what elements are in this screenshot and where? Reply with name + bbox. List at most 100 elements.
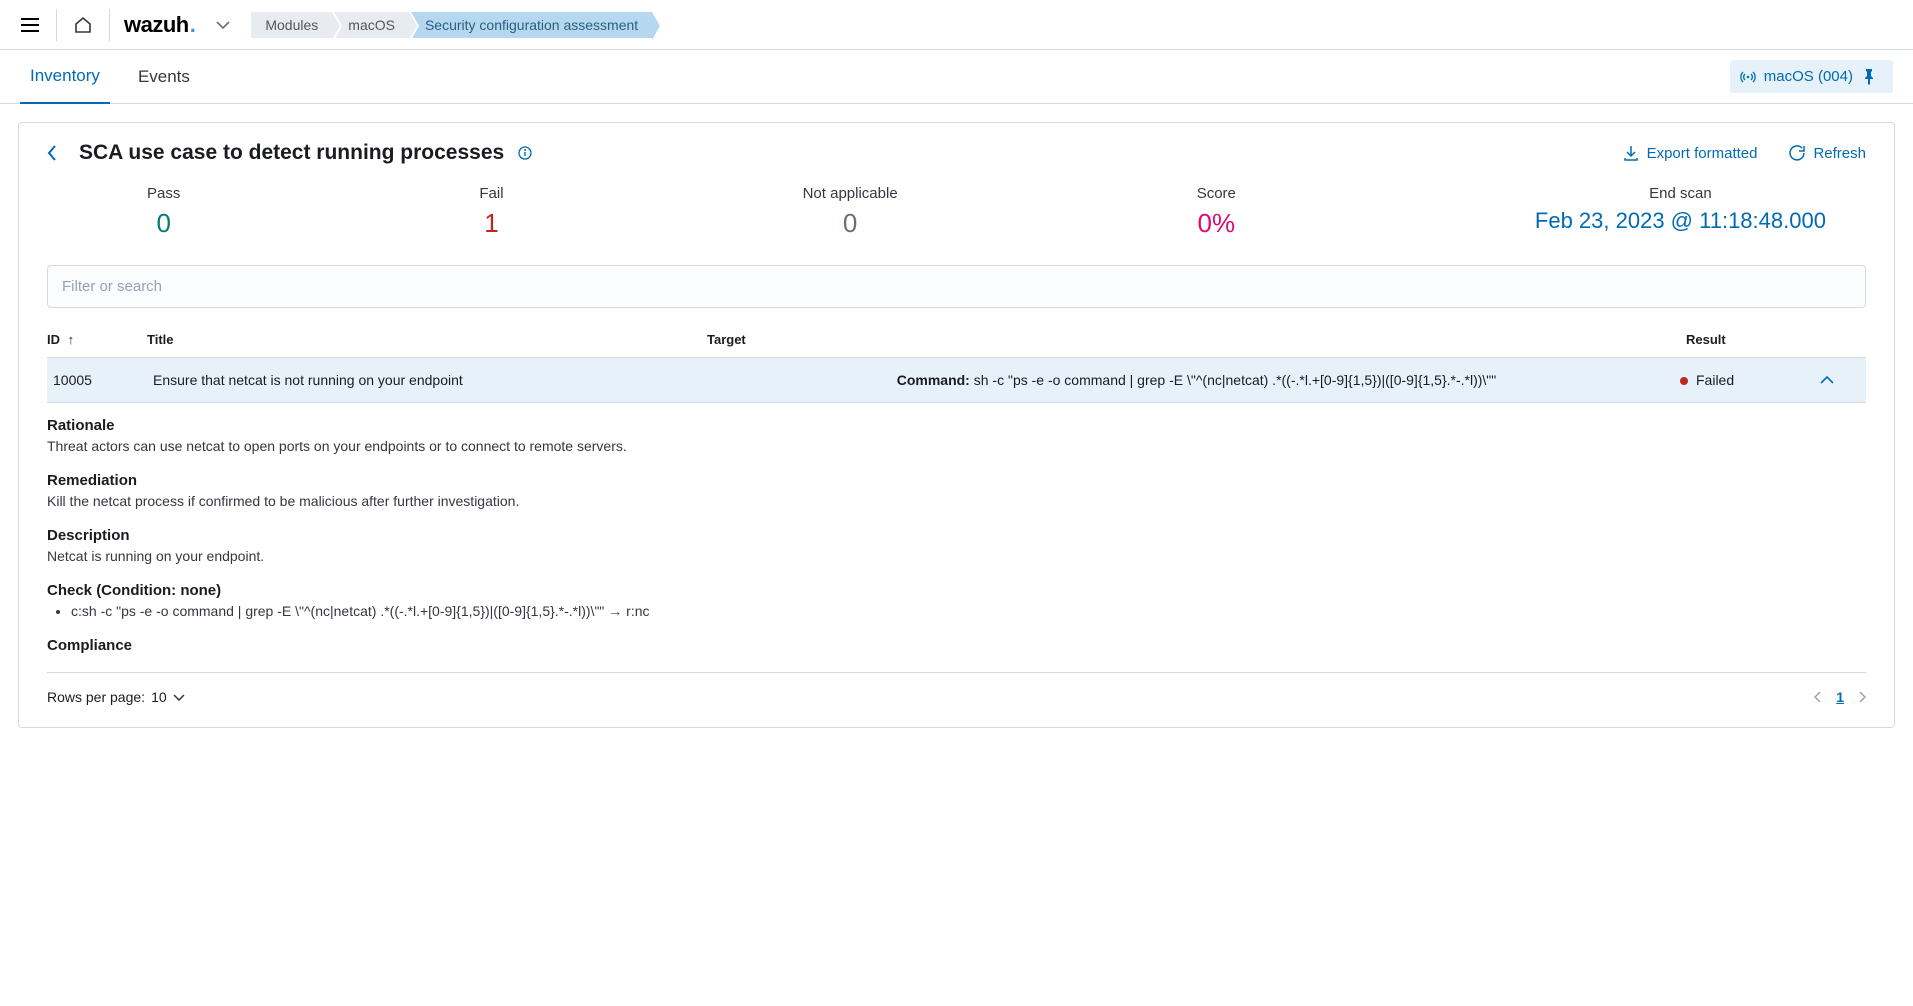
refresh-label: Refresh (1813, 145, 1866, 162)
stat-endscan: End scan Feb 23, 2023 @ 11:18:48.000 (1535, 185, 1826, 239)
info-icon[interactable] (518, 146, 532, 160)
description-text: Netcat is running on your endpoint. (47, 548, 1866, 564)
cell-id: 10005 (53, 372, 153, 388)
chevron-down-icon (173, 694, 185, 701)
check-heading: Check (Condition: none) (47, 582, 1866, 599)
row-details: Rationale Threat actors can use netcat t… (47, 403, 1866, 673)
result-text: Failed (1696, 372, 1734, 388)
stat-score-label: Score (1197, 185, 1236, 202)
chevron-up-icon (1820, 376, 1834, 384)
table-header: ID ↑ Title Target Result (47, 322, 1866, 358)
stat-pass: Pass 0 (147, 185, 180, 239)
agent-badge[interactable]: macOS (004) (1730, 60, 1893, 93)
signal-icon (1740, 70, 1756, 84)
tab-events[interactable]: Events (128, 50, 200, 104)
chevron-left-icon (1814, 691, 1822, 703)
logo[interactable]: wazuh. (124, 12, 195, 38)
stat-na-value: 0 (803, 208, 898, 239)
stat-pass-label: Pass (147, 185, 180, 202)
page-prev[interactable] (1814, 691, 1822, 703)
pin-icon[interactable] (1863, 69, 1883, 85)
breadcrumb-current[interactable]: Security configuration assessment (411, 12, 652, 38)
panel-header: SCA use case to detect running processes… (47, 141, 1866, 165)
tabs: Inventory Events macOS (004) (0, 50, 1913, 104)
chevron-right-icon (1858, 691, 1866, 703)
stats-row: Pass 0 Fail 1 Not applicable 0 Score 0% … (47, 181, 1866, 257)
detail-description: Description Netcat is running on your en… (47, 527, 1866, 564)
panel-actions: Export formatted Refresh (1623, 145, 1866, 162)
rows-per-page[interactable]: Rows per page: 10 (47, 689, 185, 705)
checks-table: ID ↑ Title Target Result 10005 Ensure th… (47, 322, 1866, 709)
chevron-down-icon (216, 21, 230, 29)
target-value: sh -c "ps -e -o command | grep -E \"^(nc… (970, 372, 1496, 388)
page-current[interactable]: 1 (1836, 689, 1844, 705)
detail-check: Check (Condition: none) c:sh -c "ps -e -… (47, 582, 1866, 619)
header-result[interactable]: Result (1686, 332, 1826, 347)
header-id[interactable]: ID ↑ (47, 332, 147, 347)
check-list: c:sh -c "ps -e -o command | grep -E \"^(… (47, 603, 1866, 619)
home-icon (74, 16, 92, 34)
logo-dropdown[interactable] (203, 5, 243, 45)
rationale-heading: Rationale (47, 417, 1866, 434)
chevron-left-icon (47, 144, 57, 162)
pagination: 1 (1814, 689, 1866, 705)
stat-endscan-value: Feb 23, 2023 @ 11:18:48.000 (1535, 208, 1826, 234)
main-panel: SCA use case to detect running processes… (18, 122, 1895, 728)
export-label: Export formatted (1647, 145, 1758, 162)
check-item: c:sh -c "ps -e -o command | grep -E \"^(… (71, 603, 1866, 619)
page-next[interactable] (1858, 691, 1866, 703)
back-button[interactable] (47, 144, 57, 162)
compliance-heading: Compliance (47, 637, 1866, 654)
stat-fail-label: Fail (479, 185, 503, 202)
cell-result: Failed (1680, 372, 1820, 388)
detail-compliance: Compliance (47, 637, 1866, 654)
stat-score: Score 0% (1197, 185, 1236, 239)
rationale-text: Threat actors can use netcat to open por… (47, 438, 1866, 454)
topbar: wazuh. Modules macOS Security configurat… (0, 0, 1913, 50)
agent-label: macOS (004) (1764, 68, 1853, 85)
cell-expand[interactable] (1820, 376, 1860, 384)
breadcrumb-agent[interactable]: macOS (334, 12, 409, 38)
filter-box (47, 265, 1866, 308)
stat-fail: Fail 1 (479, 185, 503, 239)
tab-inventory[interactable]: Inventory (20, 50, 110, 104)
table-row[interactable]: 10005 Ensure that netcat is not running … (47, 358, 1866, 403)
breadcrumbs: Modules macOS Security configuration ass… (251, 12, 654, 38)
stat-fail-value: 1 (479, 208, 503, 239)
remediation-text: Kill the netcat process if confirmed to … (47, 493, 1866, 509)
stat-na-label: Not applicable (803, 185, 898, 202)
detail-rationale: Rationale Threat actors can use netcat t… (47, 417, 1866, 454)
refresh-button[interactable]: Refresh (1789, 145, 1866, 162)
rows-value: 10 (151, 689, 167, 705)
hamburger-icon (21, 18, 39, 32)
header-expand (1826, 332, 1866, 347)
home-button[interactable] (63, 5, 103, 45)
download-icon (1623, 145, 1639, 161)
target-label: Command: (897, 372, 970, 388)
filter-input[interactable] (62, 278, 1851, 295)
menu-button[interactable] (10, 5, 50, 45)
cell-target: Command: sh -c "ps -e -o command | grep … (713, 372, 1680, 388)
header-target[interactable]: Target (707, 332, 1686, 347)
header-title[interactable]: Title (147, 332, 707, 347)
table-footer: Rows per page: 10 1 (47, 673, 1866, 709)
refresh-icon (1789, 145, 1805, 161)
rows-label: Rows per page: (47, 689, 145, 705)
logo-dot: . (190, 12, 196, 38)
breadcrumb-modules[interactable]: Modules (251, 12, 332, 38)
panel-title: SCA use case to detect running processes (79, 141, 504, 165)
stat-score-value: 0% (1197, 208, 1236, 239)
separator (109, 9, 110, 41)
remediation-heading: Remediation (47, 472, 1866, 489)
stat-pass-value: 0 (147, 208, 180, 239)
separator (56, 9, 57, 41)
sort-asc-icon: ↑ (68, 332, 75, 347)
cell-title: Ensure that netcat is not running on you… (153, 372, 713, 388)
stat-na: Not applicable 0 (803, 185, 898, 239)
detail-remediation: Remediation Kill the netcat process if c… (47, 472, 1866, 509)
status-dot-failed (1680, 377, 1688, 385)
stat-endscan-label: End scan (1535, 185, 1826, 202)
export-button[interactable]: Export formatted (1623, 145, 1758, 162)
logo-text: wazuh (124, 12, 189, 38)
description-heading: Description (47, 527, 1866, 544)
